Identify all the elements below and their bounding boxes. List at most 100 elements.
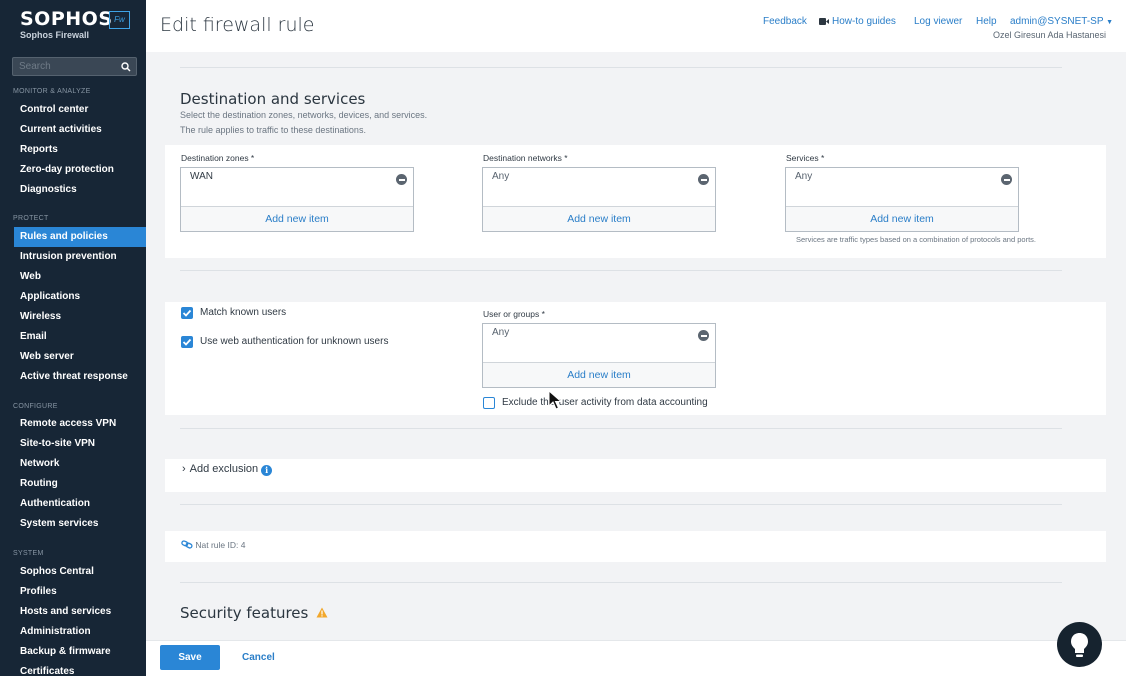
- check-icon: [182, 338, 192, 346]
- web-auth-checkbox[interactable]: [181, 336, 193, 348]
- sidebar-item-network[interactable]: Network: [14, 454, 146, 474]
- remove-icon[interactable]: [1001, 174, 1012, 185]
- exclude-accounting-label: Exclude this user activity from data acc…: [502, 397, 708, 408]
- brand-name: SOPHOS: [20, 8, 113, 30]
- section-divider: [180, 270, 1062, 271]
- destination-description-2: The rule applies to traffic to these des…: [180, 125, 366, 135]
- user-name: admin@SYSNET-SP: [1010, 16, 1104, 27]
- cancel-button[interactable]: Cancel: [242, 645, 275, 670]
- sidebar-item-zero-day-protection[interactable]: Zero-day protection: [14, 160, 146, 180]
- section-divider: [180, 582, 1062, 583]
- add-exclusion-toggle[interactable]: › Add exclusion i: [182, 463, 273, 476]
- lightbulb-icon: [1071, 633, 1088, 657]
- footer-bar: Save Cancel: [146, 640, 1126, 676]
- remove-icon[interactable]: [396, 174, 407, 185]
- sidebar-item-system-services[interactable]: System services: [14, 514, 146, 534]
- add-user-group-button[interactable]: Add new item: [483, 362, 715, 387]
- sidebar-item-administration[interactable]: Administration: [14, 622, 146, 642]
- link-icon: [181, 540, 193, 549]
- sidebar-item-control-center[interactable]: Control center: [14, 100, 146, 120]
- section-protect: PROTECT: [13, 215, 49, 222]
- top-bar: Edit firewall rule Feedback How-to guide…: [146, 0, 1126, 52]
- add-network-button[interactable]: Add new item: [483, 206, 715, 231]
- destination-networks-label: Destination networks *: [483, 153, 568, 163]
- web-auth-label: Use web authentication for unknown users: [200, 336, 389, 347]
- sidebar-item-remote-access-vpn[interactable]: Remote access VPN: [14, 414, 146, 434]
- destination-networks-picker[interactable]: Any Add new item: [482, 167, 716, 232]
- destination-zone-value: WAN: [190, 171, 213, 182]
- exclude-accounting-checkbox[interactable]: [483, 397, 495, 409]
- add-zone-button[interactable]: Add new item: [181, 206, 413, 231]
- feedback-link[interactable]: Feedback: [763, 16, 807, 27]
- exclusion-card: [165, 459, 1106, 492]
- nat-rule-id: Nat rule ID: 4: [195, 540, 246, 550]
- warning-icon: [316, 607, 328, 618]
- destination-network-value: Any: [492, 171, 510, 182]
- search-input[interactable]: [13, 58, 118, 75]
- fw-badge-icon: Fw: [109, 11, 130, 29]
- destination-zones-picker[interactable]: WAN Add new item: [180, 167, 414, 232]
- sidebar-item-sophos-central[interactable]: Sophos Central: [14, 562, 146, 582]
- match-known-users-label: Match known users: [200, 307, 287, 318]
- save-button[interactable]: Save: [160, 645, 220, 670]
- sidebar-item-certificates[interactable]: Certificates: [14, 662, 146, 676]
- section-monitor-analyze: MONITOR & ANALYZE: [13, 88, 91, 95]
- sidebar-item-site-to-site-vpn[interactable]: Site-to-site VPN: [14, 434, 146, 454]
- services-hint: Services are traffic types based on a co…: [796, 235, 1036, 244]
- sidebar-search[interactable]: [12, 57, 137, 76]
- log-viewer-link[interactable]: Log viewer: [914, 16, 962, 27]
- sidebar-item-applications[interactable]: Applications: [14, 287, 146, 307]
- assistant-button[interactable]: [1057, 622, 1102, 667]
- brand-product: Sophos Firewall: [20, 30, 90, 40]
- sidebar-item-profiles[interactable]: Profiles: [14, 582, 146, 602]
- sidebar-item-hosts-and-services[interactable]: Hosts and services: [14, 602, 146, 622]
- sidebar-item-intrusion-prevention[interactable]: Intrusion prevention: [14, 247, 146, 267]
- sidebar-item-current-activities[interactable]: Current activities: [14, 120, 146, 140]
- services-picker[interactable]: Any Add new item: [785, 167, 1019, 232]
- info-icon[interactable]: i: [261, 465, 273, 476]
- organization-name: Ozel Giresun Ada Hastanesi: [992, 30, 1106, 40]
- user-group-value: Any: [492, 327, 510, 338]
- how-to-guides-link[interactable]: How-to guides: [832, 16, 896, 27]
- sophos-logo[interactable]: SOPHOS Sophos Firewall Fw: [20, 8, 130, 40]
- sidebar-item-wireless[interactable]: Wireless: [14, 307, 146, 327]
- mouse-cursor-icon: [548, 390, 562, 410]
- sidebar-item-web[interactable]: Web: [14, 267, 146, 287]
- search-icon[interactable]: [121, 62, 131, 72]
- video-camera-icon: [819, 18, 829, 25]
- user-menu[interactable]: admin@SYSNET-SP ▼: [1010, 16, 1113, 27]
- nat-rule-link[interactable]: Nat rule ID: 4: [181, 540, 245, 550]
- section-divider: [180, 504, 1062, 505]
- security-features-title: Security features: [180, 604, 328, 622]
- sidebar-item-routing[interactable]: Routing: [14, 474, 146, 494]
- section-configure: CONFIGURE: [13, 403, 58, 410]
- chevron-right-icon: ›: [182, 463, 186, 475]
- section-divider: [180, 67, 1062, 68]
- sidebar-item-active-threat-response[interactable]: Active threat response: [14, 367, 146, 387]
- sidebar-item-email[interactable]: Email: [14, 327, 146, 347]
- match-known-users-checkbox[interactable]: [181, 307, 193, 319]
- chevron-down-icon: ▼: [1106, 19, 1114, 26]
- user-groups-picker[interactable]: Any Add new item: [482, 323, 716, 388]
- add-exclusion-label: Add exclusion: [189, 463, 259, 475]
- sidebar-item-authentication[interactable]: Authentication: [14, 494, 146, 514]
- sidebar-item-reports[interactable]: Reports: [14, 140, 146, 160]
- section-system: SYSTEM: [13, 550, 44, 557]
- remove-icon[interactable]: [698, 330, 709, 341]
- page-title: Edit firewall rule: [160, 14, 315, 36]
- sidebar-item-web-server[interactable]: Web server: [14, 347, 146, 367]
- sidebar-item-backup-firmware[interactable]: Backup & firmware: [14, 642, 146, 662]
- remove-icon[interactable]: [698, 174, 709, 185]
- sidebar-item-rules-and-policies[interactable]: Rules and policies: [14, 227, 146, 247]
- sidebar-item-diagnostics[interactable]: Diagnostics: [14, 180, 146, 200]
- destination-zones-label: Destination zones *: [181, 153, 255, 163]
- user-groups-label: User or groups *: [483, 309, 545, 319]
- security-features-label: Security features: [180, 604, 309, 622]
- services-label: Services *: [786, 153, 825, 163]
- service-value: Any: [795, 171, 813, 182]
- add-service-button[interactable]: Add new item: [786, 206, 1018, 231]
- help-link[interactable]: Help: [976, 16, 997, 27]
- destination-description-1: Select the destination zones, networks, …: [180, 110, 428, 120]
- sidebar: SOPHOS Sophos Firewall Fw MONITOR & ANAL…: [0, 0, 146, 676]
- destination-section-title: Destination and services: [180, 90, 366, 108]
